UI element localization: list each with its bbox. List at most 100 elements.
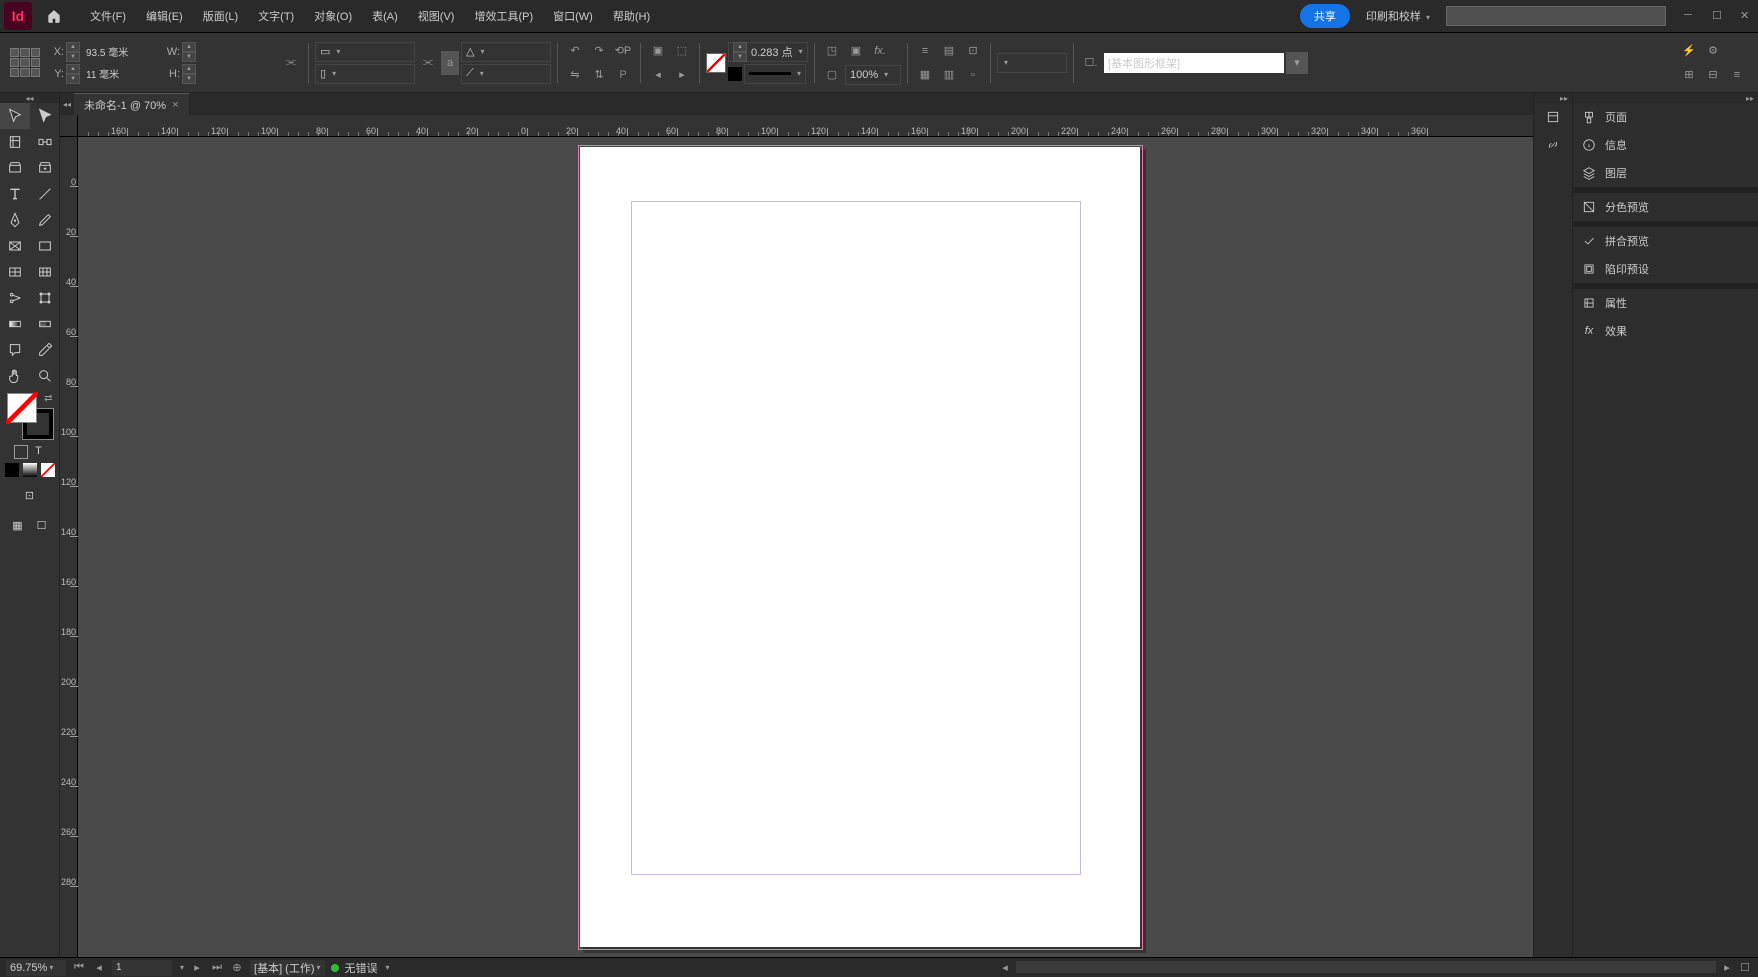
- panel-collapse[interactable]: ▸▸: [1573, 93, 1758, 103]
- w-spinner[interactable]: ▲▼: [182, 42, 196, 62]
- zoom-level[interactable]: 69.75% ▾: [6, 960, 66, 976]
- gap-tool[interactable]: [30, 129, 60, 155]
- apply-text-icon[interactable]: T: [32, 445, 46, 459]
- stroke-style[interactable]: ▾: [744, 64, 806, 84]
- page-number-field[interactable]: 1: [112, 960, 172, 976]
- free-transform-tool[interactable]: [30, 285, 60, 311]
- swap-colors-icon[interactable]: ⇄: [44, 393, 52, 404]
- menu-edit[interactable]: 编辑(E): [136, 4, 193, 28]
- open-bridge-icon[interactable]: ⊕: [230, 961, 244, 975]
- pasteboard[interactable]: [78, 137, 1533, 957]
- settings-icon[interactable]: ⚙: [1702, 40, 1724, 62]
- line-tool[interactable]: [30, 181, 60, 207]
- menu-file[interactable]: 文件(F): [80, 4, 136, 28]
- selection-tool[interactable]: [0, 103, 30, 129]
- bridge-icon[interactable]: ⊞: [1678, 64, 1700, 86]
- table-tool[interactable]: [0, 259, 30, 285]
- select-next-icon[interactable]: ▸: [671, 64, 693, 86]
- last-page-button[interactable]: ⏭: [210, 961, 224, 975]
- eyedropper-tool[interactable]: [30, 337, 60, 363]
- panel-layers[interactable]: 图层: [1573, 159, 1758, 187]
- strip-collapse[interactable]: ▸▸: [1534, 93, 1572, 103]
- preflight-errors[interactable]: 无错误: [345, 960, 378, 976]
- apply-container-icon[interactable]: [14, 445, 28, 459]
- workspace-switcher[interactable]: 印刷和校样 ▾: [1356, 4, 1440, 28]
- horizontal-scrollbar[interactable]: [1016, 961, 1716, 973]
- y-spinner[interactable]: ▲▼: [66, 64, 80, 84]
- w-input[interactable]: [198, 42, 278, 62]
- rotate-cw-icon[interactable]: ↷: [588, 40, 610, 62]
- zoom-tool[interactable]: [30, 363, 60, 389]
- select-prev-icon[interactable]: ◂: [647, 64, 669, 86]
- apply-none-icon[interactable]: [41, 463, 55, 477]
- x-spinner[interactable]: ▲▼: [66, 42, 80, 62]
- vertical-ruler[interactable]: 020406080100120140160180200220240260280: [60, 137, 78, 957]
- gradient-feather-tool[interactable]: [30, 311, 60, 337]
- preview-mode-icon[interactable]: ⊡: [20, 485, 40, 505]
- scroll-right-icon[interactable]: ▸: [1720, 961, 1734, 975]
- frame-fitting-icon[interactable]: ⊡: [962, 40, 984, 62]
- menu-help[interactable]: 帮助(H): [603, 4, 660, 28]
- scissors-tool[interactable]: [0, 285, 30, 311]
- select-container-icon[interactable]: ▣: [647, 40, 669, 62]
- opacity-field[interactable]: 100%▾: [845, 65, 901, 85]
- flip-v-icon[interactable]: ⇅: [588, 64, 610, 86]
- flip-h-icon[interactable]: ⇋: [564, 64, 586, 86]
- first-page-button[interactable]: ⏮: [72, 961, 86, 975]
- align-icon[interactable]: ▫: [962, 64, 984, 86]
- pencil-tool[interactable]: [30, 207, 60, 233]
- p-icon[interactable]: P: [612, 64, 634, 86]
- page-dropdown[interactable]: ▾: [180, 963, 184, 972]
- cc-libraries-icon[interactable]: [1534, 103, 1572, 131]
- scale-y-field[interactable]: ▯▾: [315, 64, 415, 84]
- tabbar-collapse[interactable]: ◂◂: [60, 99, 74, 109]
- gradient-swatch-tool[interactable]: [0, 311, 30, 337]
- horizontal-ruler[interactable]: 1601401201008060402002040608010012014016…: [78, 115, 1533, 137]
- menu-plugins[interactable]: 增效工具(P): [464, 4, 543, 28]
- text-wrap-none-icon[interactable]: ≡: [914, 40, 936, 62]
- note-tool[interactable]: [0, 337, 30, 363]
- object-style-icon[interactable]: ☐.: [1080, 52, 1102, 74]
- panel-menu-icon[interactable]: ≡: [1726, 64, 1748, 86]
- x-input[interactable]: 93.5 毫米: [82, 42, 162, 62]
- panel-info[interactable]: 信息: [1573, 131, 1758, 159]
- panel-separation[interactable]: 分色预览: [1573, 193, 1758, 221]
- corner-options-icon[interactable]: ◳: [821, 40, 843, 62]
- text-wrap-jump-icon[interactable]: ▥: [938, 64, 960, 86]
- scale-x-field[interactable]: ▭▾: [315, 42, 415, 62]
- menu-layout[interactable]: 版面(L): [193, 4, 248, 28]
- view-mode-2-icon[interactable]: ☐: [32, 515, 52, 535]
- fx-icon[interactable]: fx.: [869, 40, 891, 62]
- screen-mode-icon[interactable]: ☐: [1738, 961, 1752, 975]
- home-button[interactable]: [40, 2, 68, 30]
- shear-field[interactable]: ⟋▾: [461, 64, 551, 84]
- style-dropdown-arrow[interactable]: ▾: [1286, 52, 1308, 74]
- text-wrap-bbox-icon[interactable]: ▤: [938, 40, 960, 62]
- canvas[interactable]: 1601401201008060402002040608010012014016…: [60, 115, 1533, 957]
- pen-tool[interactable]: [0, 207, 30, 233]
- object-style-select[interactable]: [基本图形框架]: [1104, 53, 1284, 73]
- h-input[interactable]: [198, 64, 278, 84]
- apply-color-icon[interactable]: [5, 463, 19, 477]
- page-tool[interactable]: [0, 129, 30, 155]
- color-proxy[interactable]: ⇄: [7, 393, 53, 439]
- document-tab[interactable]: 未命名-1 @ 70% ×: [74, 93, 190, 115]
- close-button[interactable]: ✕: [1740, 9, 1754, 23]
- drop-shadow-icon[interactable]: ▢: [821, 64, 843, 86]
- share-button[interactable]: 共享: [1300, 4, 1350, 28]
- char-badge[interactable]: a: [441, 51, 459, 75]
- effects-icon[interactable]: ▣: [845, 40, 867, 62]
- panel-effects[interactable]: fx 效果: [1573, 317, 1758, 345]
- links-icon[interactable]: [1534, 131, 1572, 159]
- blend-mode[interactable]: ▾: [997, 53, 1067, 73]
- panel-flatten[interactable]: 拼合预览: [1573, 227, 1758, 255]
- next-page-button[interactable]: ▸: [190, 961, 204, 975]
- fill-swatch[interactable]: [706, 53, 726, 73]
- panel-pages[interactable]: 页面: [1573, 103, 1758, 131]
- constrain-proportions[interactable]: ⫘: [280, 52, 302, 74]
- select-content-icon[interactable]: ⬚: [671, 40, 693, 62]
- toolbox-collapse[interactable]: ◂◂: [0, 93, 59, 103]
- panel-trap[interactable]: 陷印预设: [1573, 255, 1758, 283]
- tabs-tool[interactable]: [30, 259, 60, 285]
- menu-view[interactable]: 视图(V): [408, 4, 465, 28]
